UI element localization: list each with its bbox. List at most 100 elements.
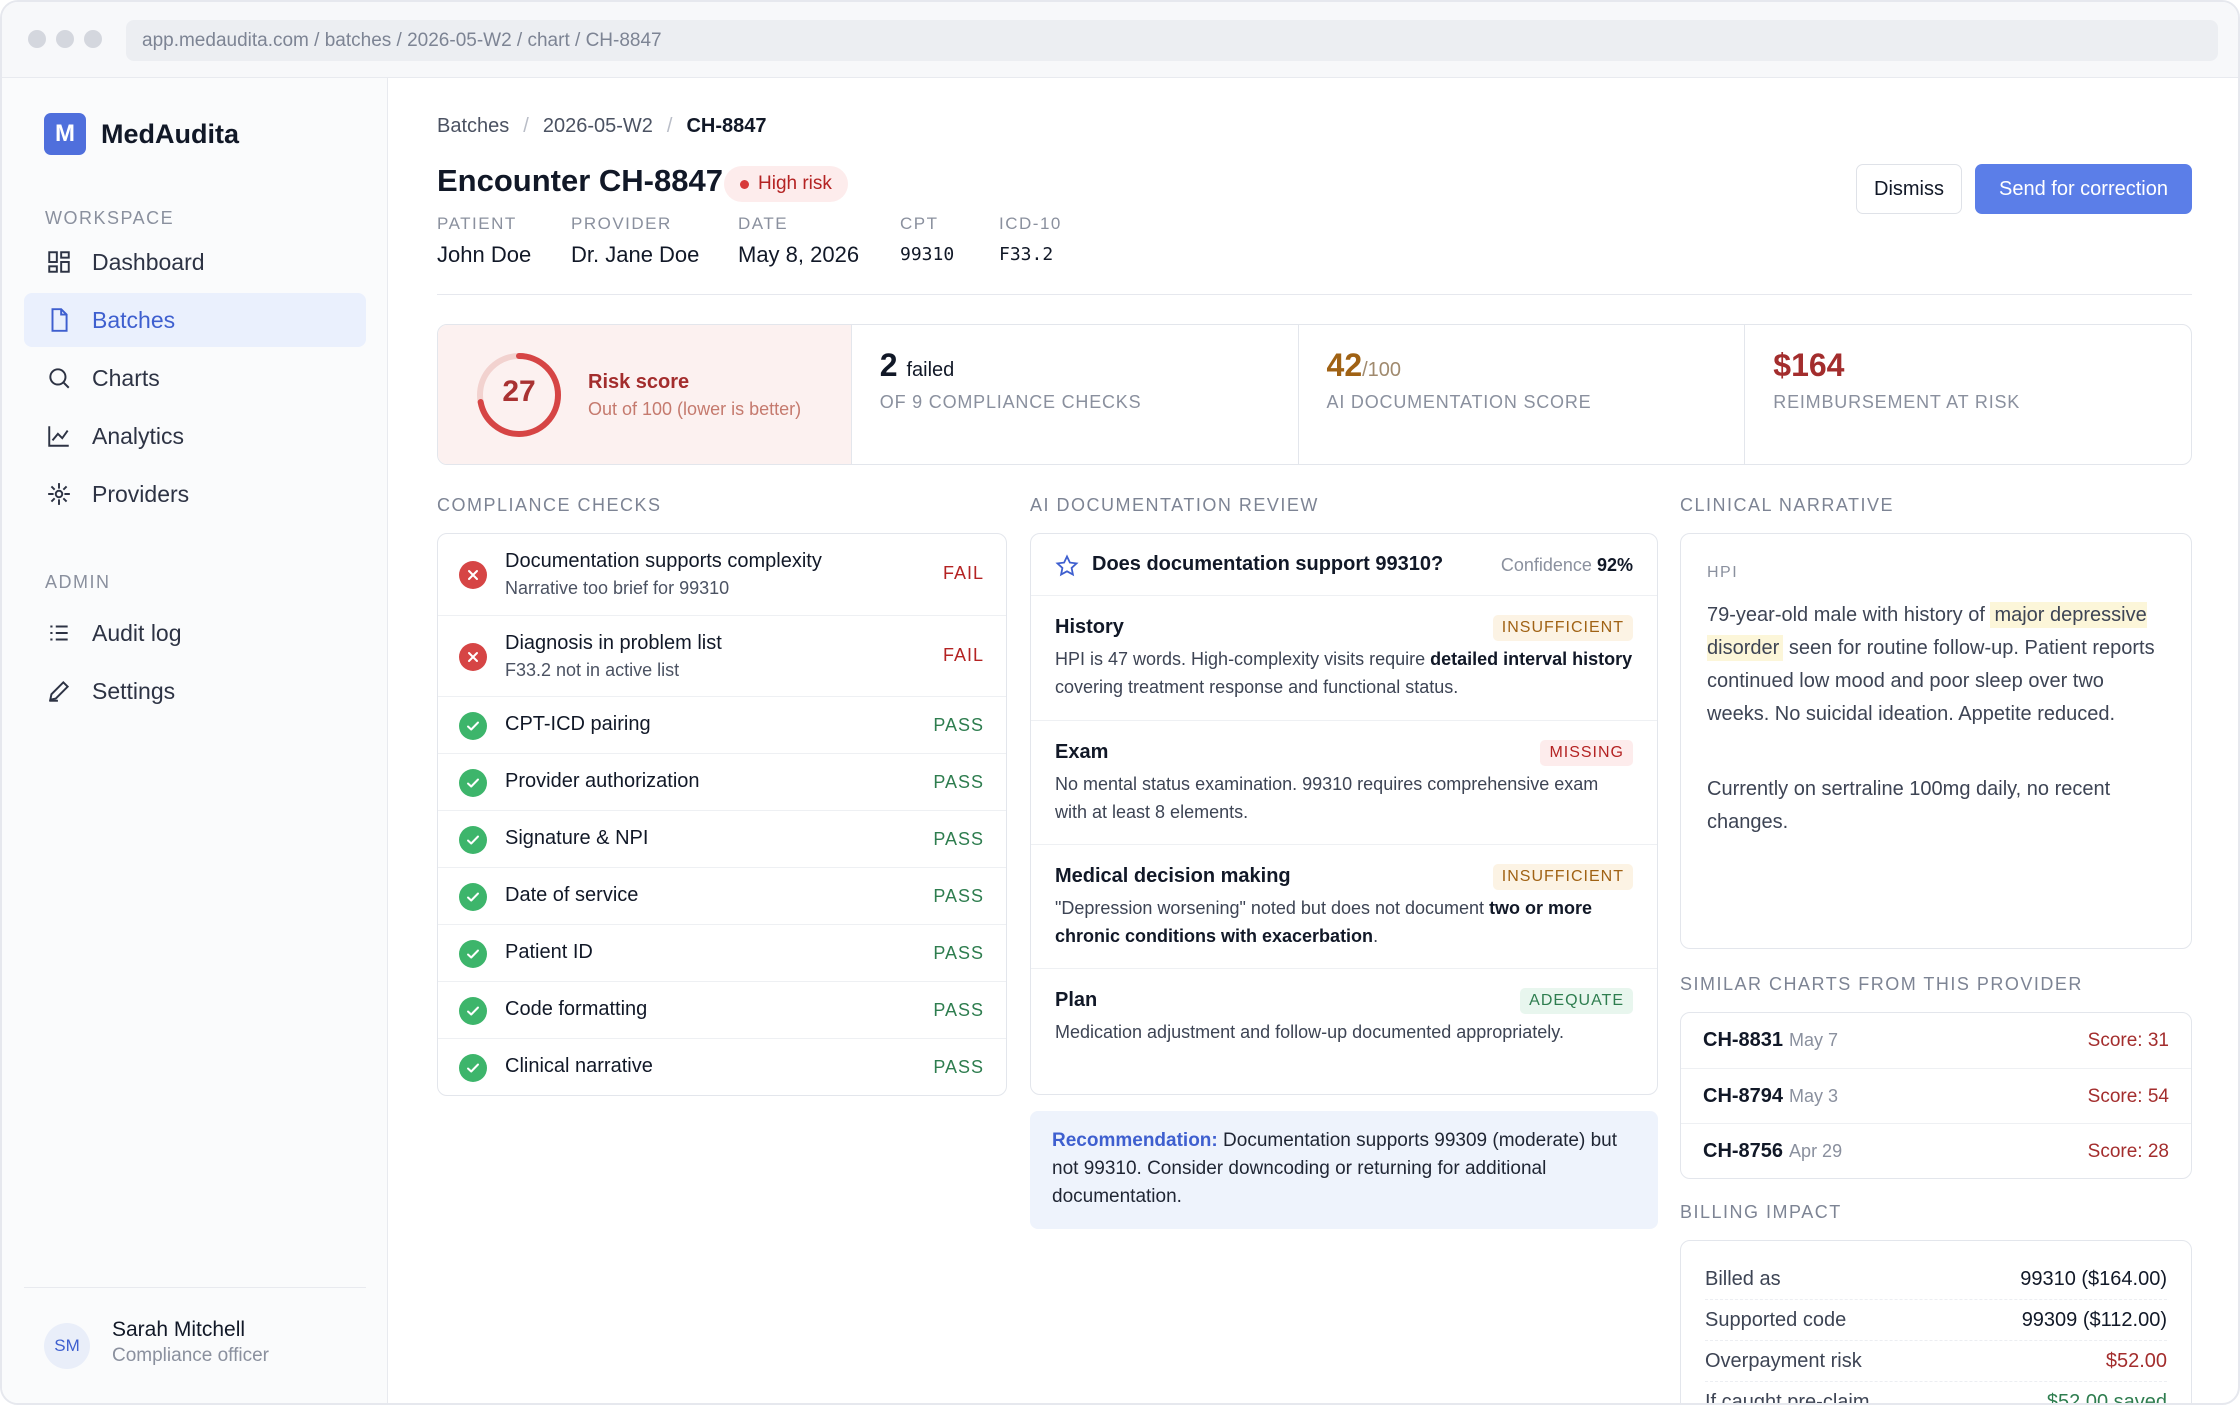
check-sub: F33.2 not in active list: [505, 660, 680, 680]
reimbursement-sub: REIMBURSEMENT AT RISK: [1773, 392, 2021, 412]
app-logo[interactable]: M MedAudita: [44, 113, 239, 155]
failed-sub: OF 9 COMPLIANCE CHECKS: [879, 392, 1142, 412]
ai-score-max: /100: [1362, 359, 1402, 381]
sidebar-item-dashboard[interactable]: Dashboard: [24, 235, 366, 289]
user-profile[interactable]: SM Sarah Mitchell Compliance officer: [24, 1287, 366, 1387]
billing-row: Billed as 99310 ($164.00): [1705, 1259, 2167, 1300]
url-bar[interactable]: app.medaudita.com / batches / 2026-05-W2…: [126, 20, 2218, 61]
confidence: Confidence 92%: [1501, 555, 1633, 576]
check-row[interactable]: Clinical narrative PASS: [438, 1038, 1006, 1095]
billing-value: $52.00 saved: [2046, 1391, 2167, 1405]
similar-chart-row[interactable]: CH-8831 May 7 Score: 31: [1681, 1013, 2191, 1068]
review-section: History INSUFFICIENT HPI is 47 words. High…: [1031, 596, 1657, 720]
check-row[interactable]: Code formatting PASS: [438, 981, 1006, 1038]
review-title: AI DOCUMENTATION REVIEW: [1030, 495, 1319, 515]
similar-chart-row[interactable]: CH-8756 Apr 29 Score: 28: [1681, 1123, 2191, 1178]
review-text: HPI is 47 words. High-complexity visits …: [1055, 649, 1431, 669]
breadcrumb-batch[interactable]: 2026-05-W2: [543, 115, 653, 138]
app-name: MedAudita: [101, 118, 239, 149]
status-badge: INSUFFICIENT: [1492, 615, 1633, 641]
sidebar-item-charts[interactable]: Charts: [24, 351, 366, 405]
billing-impact: Billed as 99310 ($164.00) Supported code 99…: [1680, 1240, 2192, 1405]
check-sub: Narrative too brief for 99310: [505, 578, 730, 598]
billing-row: Overpayment risk $52.00: [1705, 1341, 2167, 1382]
breadcrumb-separator: /: [523, 115, 529, 137]
workspace-section-label: WORKSPACE: [45, 208, 175, 228]
stat-risk-score: 27 Risk score Out of 100 (lower is bette…: [438, 325, 851, 464]
dashboard-icon: [48, 251, 70, 273]
similar-title: SIMILAR CHARTS FROM THIS PROVIDER: [1680, 974, 2083, 994]
breadcrumb-separator: /: [666, 115, 673, 137]
meta-provider: PROVIDER Dr. Jane Doe: [571, 214, 699, 268]
failed-word: failed: [906, 359, 955, 381]
sidebar-item-settings[interactable]: Settings: [24, 664, 366, 718]
meta-value: F33.2: [999, 244, 1054, 265]
sidebar-item-label: Providers: [92, 480, 190, 507]
check-row[interactable]: CPT-ICD pairing PASS: [438, 696, 1006, 753]
review-text: .: [1373, 926, 1379, 946]
dismiss-button[interactable]: Dismiss: [1856, 164, 1962, 214]
risk-score-value: 27: [502, 375, 536, 408]
ai-score-value: 42: [1326, 347, 1363, 383]
check-status: PASS: [933, 772, 984, 792]
chart-id-text: CH-8756: [1703, 1140, 1784, 1162]
chart-score: Score: 28: [2087, 1141, 2169, 1162]
billing-title: BILLING IMPACT: [1680, 1202, 1842, 1222]
stat-reimbursement: $164 REIMBURSEMENT AT RISK: [1744, 325, 2191, 464]
billing-label: Overpayment risk: [1705, 1349, 1862, 1372]
window-maximize-dot[interactable]: [84, 30, 102, 48]
list-icon: [50, 625, 68, 641]
document-icon: [51, 308, 68, 332]
check-icon: [459, 997, 487, 1025]
check-icon: [459, 769, 487, 797]
meta-label: PATIENT: [437, 214, 517, 233]
review-text: covering treatment response and function…: [1055, 677, 1459, 697]
star-icon[interactable]: [1055, 554, 1079, 578]
user-name: Sarah Mitchell: [112, 1318, 246, 1341]
review-header: Does documentation support 99310? Confid…: [1031, 534, 1657, 596]
sidebar-item-label: Charts: [92, 364, 160, 391]
check-status: FAIL: [942, 563, 984, 583]
review-section: Exam MISSING No mental status examination.…: [1031, 720, 1657, 844]
similar-chart-row[interactable]: CH-8794 May 3 Score: 54: [1681, 1068, 2191, 1123]
sidebar-item-providers[interactable]: Providers: [24, 467, 366, 521]
check-name: Provider authorization: [505, 770, 700, 792]
sidebar-item-analytics[interactable]: Analytics: [24, 409, 366, 463]
check-status: FAIL: [942, 645, 984, 665]
window-close-dot[interactable]: [28, 30, 46, 48]
ai-score-sub: AI DOCUMENTATION SCORE: [1326, 392, 1592, 412]
check-icon: [459, 1054, 487, 1082]
risk-score-label: Risk score: [588, 371, 690, 393]
stat-ai-score: 42/100 AI DOCUMENTATION SCORE: [1297, 325, 1745, 464]
logo-mark: M: [44, 113, 86, 155]
review-section: Plan ADEQUATE Medication adjustment and fo…: [1031, 968, 1657, 1094]
billing-row: If caught pre-claim $52.00 saved: [1705, 1382, 2167, 1405]
check-name: Clinical narrative: [505, 1055, 653, 1077]
billing-value: 99309 ($112.00): [2021, 1308, 2167, 1331]
sidebar-item-audit-log[interactable]: Audit log: [24, 606, 366, 660]
compliance-title: COMPLIANCE CHECKS: [437, 495, 662, 515]
risk-score-sub: Out of 100 (lower is better): [588, 399, 802, 419]
fail-icon: [459, 561, 487, 589]
check-row[interactable]: Patient ID PASS: [438, 924, 1006, 981]
check-icon: [459, 940, 487, 968]
check-name: Patient ID: [505, 941, 593, 963]
narrative-label: HPI: [1707, 564, 1739, 581]
meta-value: John Doe: [437, 242, 532, 267]
sidebar-item-label: Batches: [92, 306, 176, 333]
breadcrumb-batches[interactable]: Batches: [437, 115, 509, 138]
check-status: PASS: [933, 1000, 984, 1020]
check-row[interactable]: Signature & NPI PASS: [438, 810, 1006, 867]
check-name: CPT-ICD pairing: [505, 713, 651, 735]
review-section-body: HPI is 47 words. High-complexity visits …: [1055, 645, 1633, 701]
stat-failed-checks: 2 failed OF 9 COMPLIANCE CHECKS: [850, 325, 1298, 464]
status-badge: INSUFFICIENT: [1492, 864, 1633, 890]
sidebar-item-label: Audit log: [92, 619, 182, 646]
check-row[interactable]: Documentation supports complexity Narrati…: [438, 534, 1006, 615]
sidebar-item-batches[interactable]: Batches: [24, 293, 366, 347]
check-row[interactable]: Diagnosis in problem list F33.2 not in ac…: [438, 615, 1006, 696]
window-minimize-dot[interactable]: [56, 30, 74, 48]
check-row[interactable]: Provider authorization PASS: [438, 753, 1006, 810]
check-row[interactable]: Date of service PASS: [438, 867, 1006, 924]
send-for-correction-button[interactable]: Send for correction: [1975, 164, 2192, 214]
